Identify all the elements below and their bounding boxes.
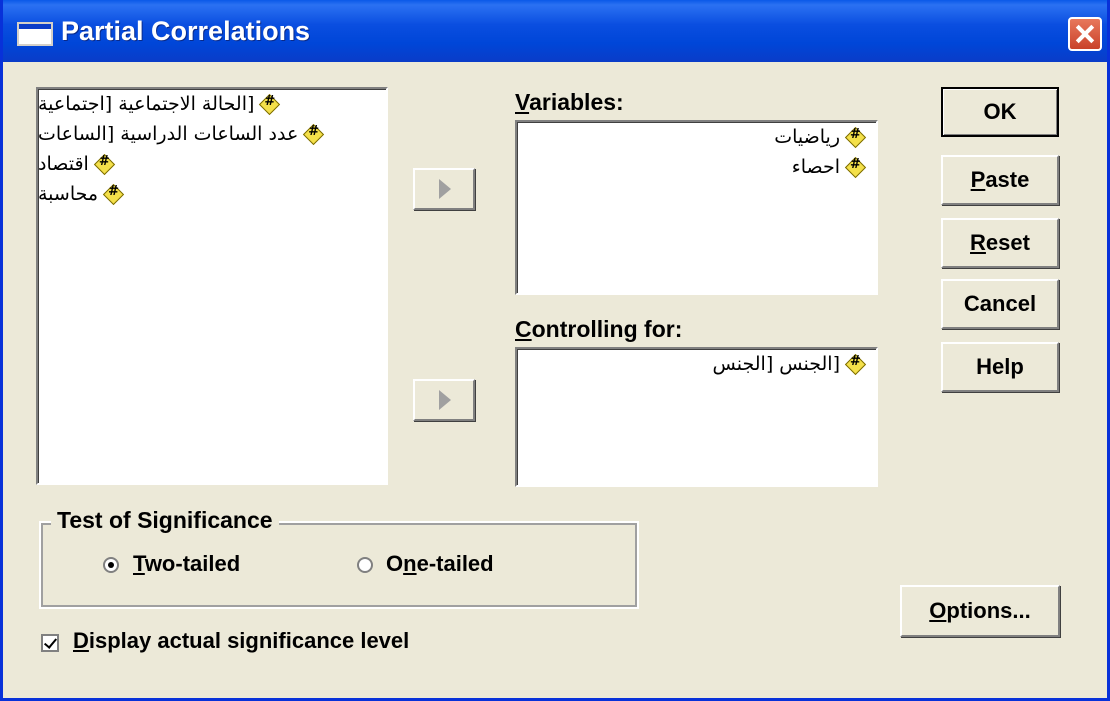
move-to-variables-button[interactable]	[413, 168, 475, 210]
two-tailed-radio[interactable]	[103, 557, 119, 573]
controlling-for-list[interactable]: [الجنس [الجنس	[515, 347, 878, 487]
numeric-variable-icon	[260, 94, 278, 113]
controlling-for-label: Controlling for:	[515, 316, 683, 342]
list-item[interactable]: [الحالة الاجتماعية [اجتماعية	[38, 89, 386, 119]
source-variable-list[interactable]: [الحالة الاجتماعية [اجتماعية عدد الساعات…	[36, 87, 388, 485]
options-button[interactable]: Options...	[900, 585, 1060, 637]
display-actual-significance-label[interactable]: Display actual significance level	[73, 628, 409, 654]
numeric-variable-icon	[846, 354, 864, 373]
list-item[interactable]: عدد الساعات الدراسية [الساعات	[38, 119, 386, 149]
numeric-variable-icon	[304, 124, 322, 143]
partial-correlations-dialog: Partial Correlations [الحالة الاجتماعية …	[0, 0, 1110, 701]
numeric-variable-icon	[846, 127, 864, 146]
test-of-significance-group	[39, 521, 639, 609]
title-bar[interactable]: Partial Correlations	[3, 0, 1107, 62]
list-item[interactable]: اقتصاد	[38, 149, 386, 179]
one-tailed-radio[interactable]	[357, 557, 373, 573]
move-to-controlling-button[interactable]	[413, 379, 475, 421]
variables-label: Variables:	[515, 89, 624, 115]
list-item[interactable]: رياضيات	[517, 122, 876, 152]
list-item[interactable]: محاسبة	[38, 179, 386, 209]
close-button[interactable]	[1068, 17, 1102, 51]
two-tailed-label[interactable]: Two-tailed	[133, 551, 240, 577]
numeric-variable-icon	[104, 184, 122, 203]
reset-button[interactable]: Reset	[941, 218, 1059, 268]
window-title: Partial Correlations	[61, 16, 311, 46]
numeric-variable-icon	[846, 157, 864, 176]
help-button[interactable]: Help	[941, 342, 1059, 392]
numeric-variable-icon	[95, 154, 113, 173]
variables-list[interactable]: رياضيات احصاء	[515, 120, 878, 295]
list-item[interactable]: احصاء	[517, 152, 876, 182]
display-actual-significance-checkbox[interactable]	[41, 634, 59, 652]
list-item[interactable]: [الجنس [الجنس	[517, 349, 876, 379]
cancel-button[interactable]: Cancel	[941, 279, 1059, 329]
one-tailed-label[interactable]: One-tailed	[386, 551, 494, 577]
paste-button[interactable]: Paste	[941, 155, 1059, 205]
ok-button[interactable]: OK	[941, 87, 1059, 137]
test-of-significance-title: Test of Significance	[51, 507, 279, 534]
window-icon	[17, 22, 53, 46]
